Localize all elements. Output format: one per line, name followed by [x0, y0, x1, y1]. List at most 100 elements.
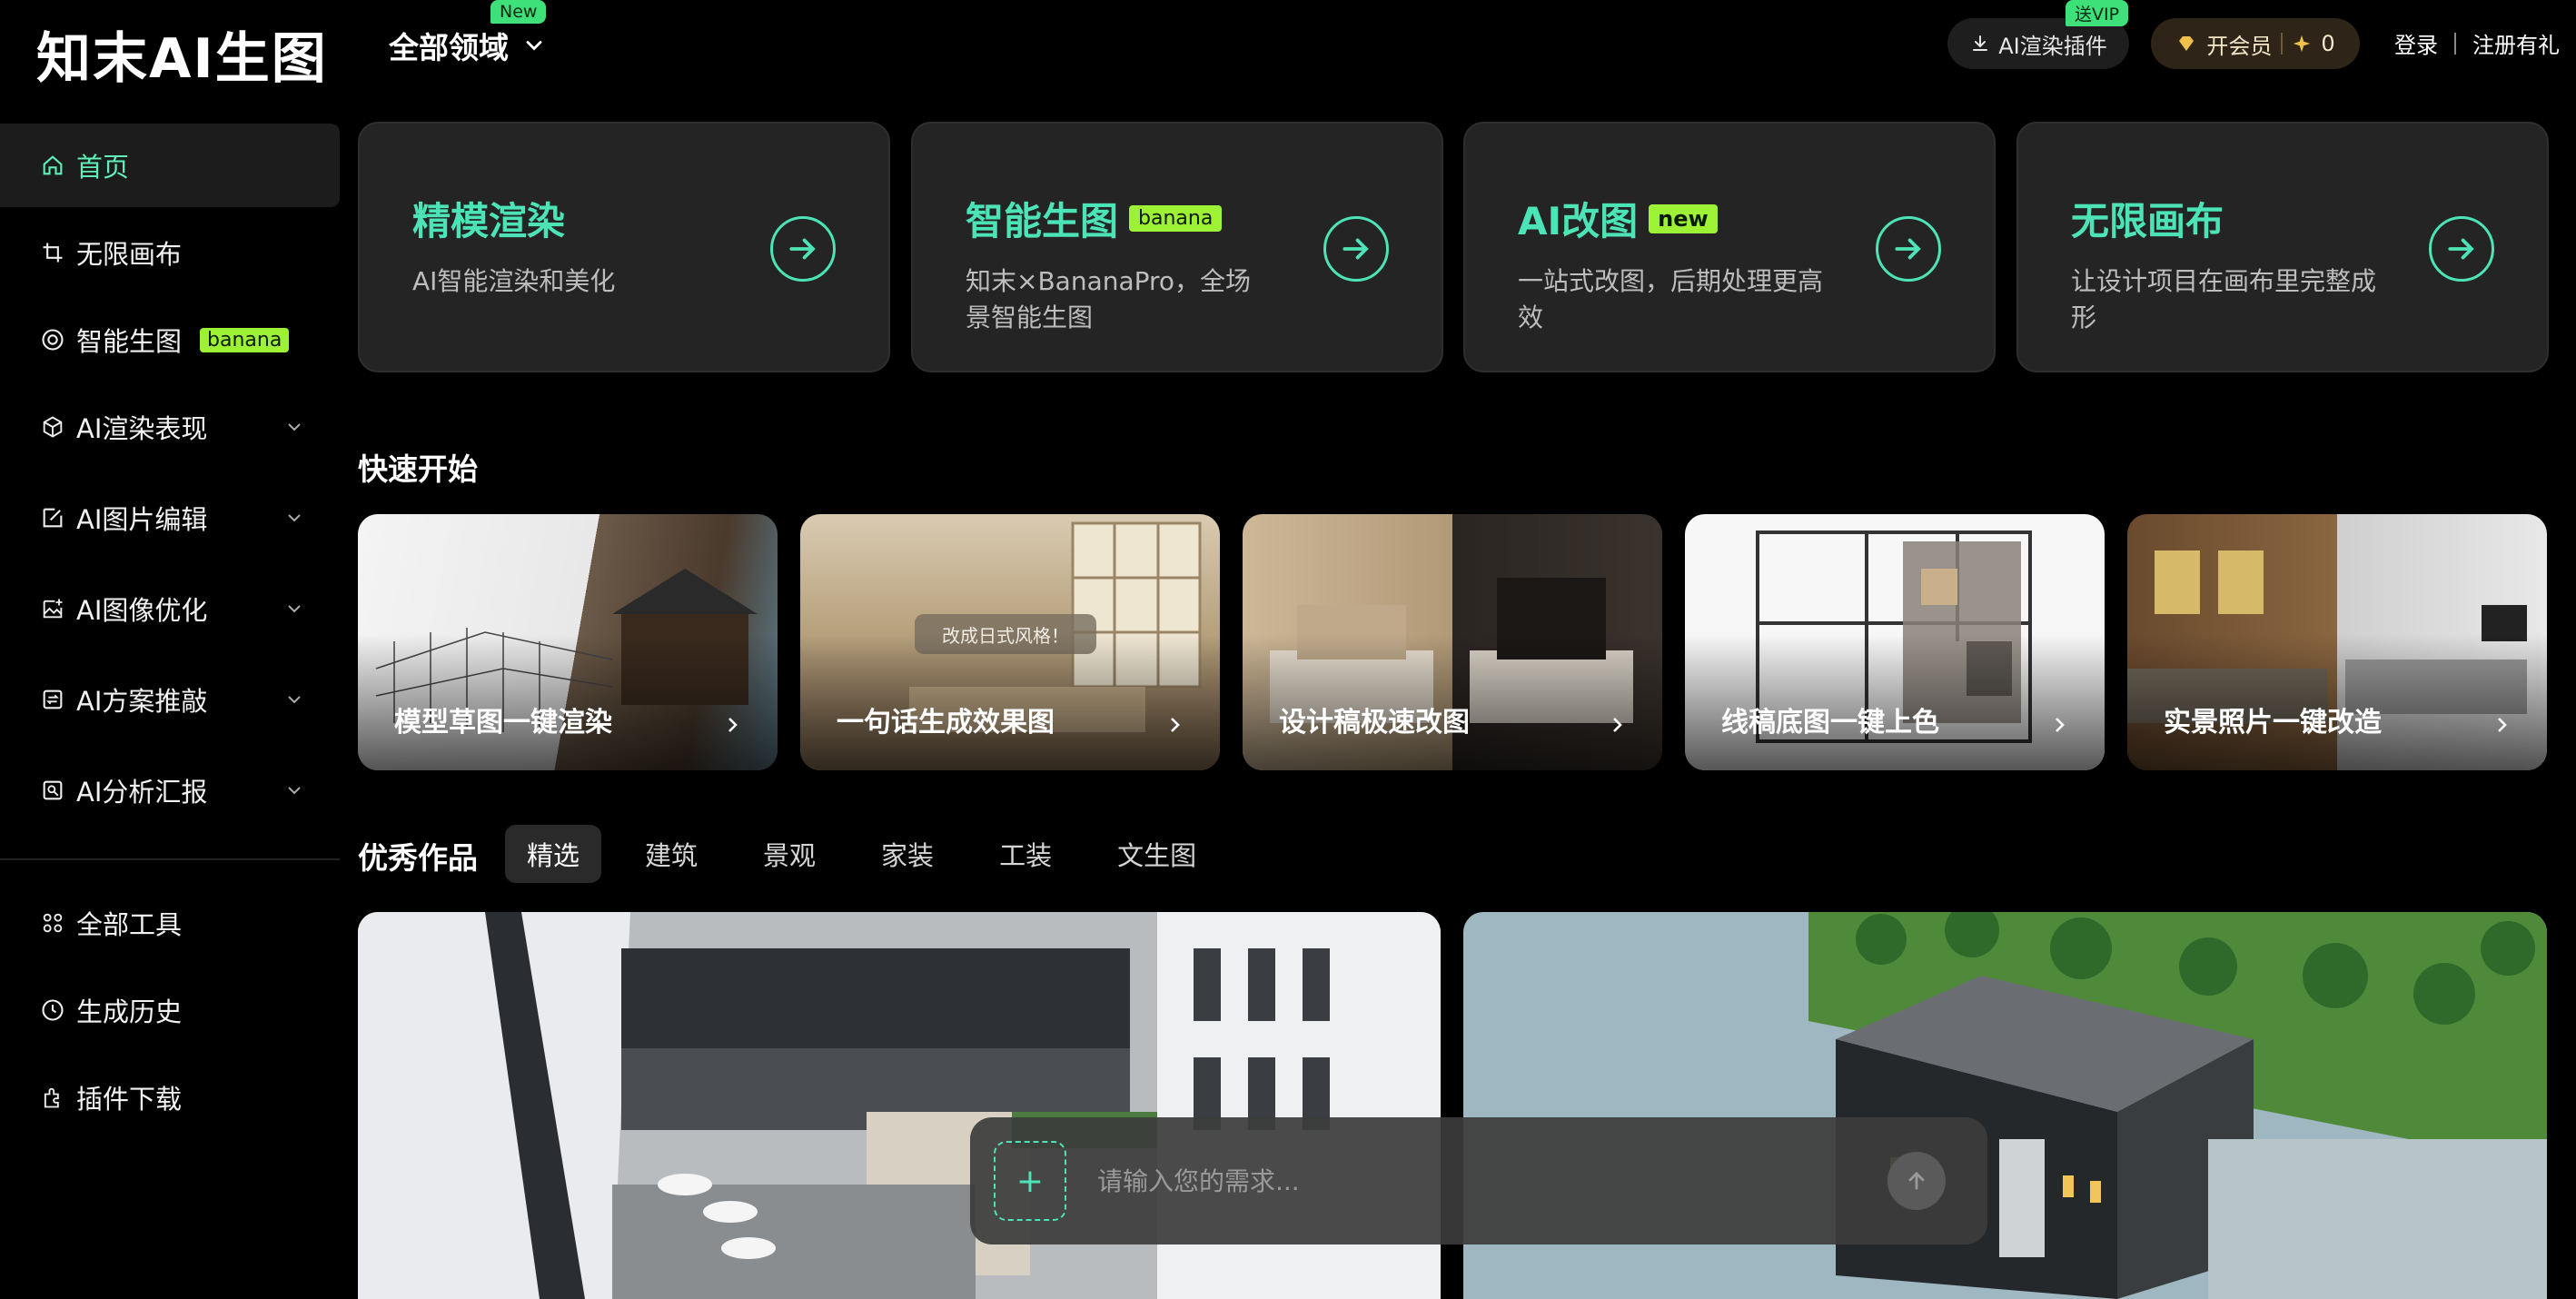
works-title: 优秀作品	[358, 840, 478, 876]
quick-start-card-text-to-image[interactable]: 改成日式风格！ 一句话生成效果图	[800, 514, 1220, 770]
sidebar-item-smart-generate[interactable]: 智能生图 banana	[0, 298, 340, 382]
tab-text-to-image[interactable]: 文生图	[1095, 825, 1218, 883]
sidebar-item-label: 智能生图	[76, 326, 183, 357]
sparkle-icon	[2294, 35, 2311, 53]
card-title: 无限画布	[2071, 199, 2224, 243]
arrow-up-icon	[1908, 1171, 1925, 1190]
points-count: 0	[2321, 31, 2335, 56]
feature-card-render[interactable]: 精模渲染 AI智能渲染和美化	[358, 122, 890, 372]
quick-start-card-floorplan-color[interactable]: 线稿底图一键上色	[1685, 514, 2105, 770]
tab-architecture[interactable]: 建筑	[623, 825, 719, 883]
plus-icon: +	[1016, 1162, 1045, 1200]
diamond-icon	[2179, 36, 2195, 51]
sidebar-item-image-enhance[interactable]: AI图像优化	[0, 567, 340, 650]
download-icon	[1973, 35, 1988, 51]
sidebar-item-label: 插件下载	[76, 1084, 183, 1115]
quick-start-card-sketch-render[interactable]: 模型草图一键渲染	[358, 514, 778, 770]
quick-start-label: 设计稿极速改图	[1279, 707, 1470, 739]
vip-divider	[2281, 33, 2284, 55]
auth-divider	[2454, 32, 2456, 55]
quick-start-label: 一句话生成效果图	[837, 707, 1055, 739]
sidebar-item-label: AI方案推敲	[76, 686, 208, 717]
sidebar-item-history[interactable]: 生成历史	[0, 968, 340, 1052]
logo[interactable]: 知末AI生图	[36, 15, 328, 94]
tab-commercial[interactable]: 工装	[977, 825, 1074, 883]
quick-start-label: 实景照片一键改造	[2164, 707, 2382, 739]
sidebar-item-plugin-download[interactable]: 插件下载	[0, 1056, 340, 1139]
card-title: 智能生图	[966, 199, 1119, 243]
arrow-right-icon[interactable]	[2429, 216, 2494, 282]
new-tag: new	[1649, 203, 1718, 233]
sidebar-item-report[interactable]: AI分析汇报	[0, 749, 340, 832]
clock-icon	[42, 999, 64, 1021]
chevron-down-icon	[288, 696, 301, 704]
quick-start-title: 快速开始	[358, 451, 478, 487]
sidebar-item-label: 生成历史	[76, 997, 183, 1027]
cube-icon	[43, 416, 63, 438]
vip-button[interactable]: 开会员 0	[2151, 18, 2360, 69]
aperture-icon	[42, 329, 64, 351]
tab-home-decor[interactable]: 家装	[859, 825, 956, 883]
sidebar-item-image-edit[interactable]: AI图片编辑	[0, 476, 340, 560]
auth-links: 登录 注册有礼	[2394, 27, 2560, 59]
login-link[interactable]: 登录	[2394, 27, 2438, 59]
tab-landscape[interactable]: 景观	[741, 825, 837, 883]
sidebar-item-label: AI分析汇报	[76, 777, 208, 808]
prompt-bar: +	[970, 1117, 1987, 1244]
card-desc: AI智能渲染和美化	[412, 266, 616, 296]
sidebar-item-label: 无限画布	[76, 239, 183, 270]
top-bar: 知末AI生图 全部领域 New AI渲染插件 送VIP 开会员 0 登录 注册有…	[0, 0, 2576, 91]
prompt-input[interactable]	[1097, 1154, 1824, 1208]
feature-card-canvas[interactable]: 无限画布 让设计项目在画布里完整成形	[2016, 122, 2549, 372]
feature-card-smart-generate[interactable]: 智能生图 banana 知末×BananaPro，全场景智能生图	[911, 122, 1443, 372]
sidebar-item-all-tools[interactable]: 全部工具	[0, 881, 340, 965]
arrow-right-icon[interactable]	[1323, 216, 1389, 282]
quick-start-card-photo-remodel[interactable]: 实景照片一键改造	[2127, 514, 2547, 770]
tab-featured[interactable]: 精选	[505, 825, 602, 883]
sidebar-item-label: AI渲染表现	[76, 413, 208, 444]
domain-dropdown[interactable]: 全部领域	[389, 24, 547, 67]
edit-icon	[43, 508, 63, 528]
sidebar-item-label: AI图片编辑	[76, 504, 208, 535]
grid-icon	[43, 913, 63, 933]
quick-start-label: 线稿底图一键上色	[1721, 707, 1939, 739]
add-image-button[interactable]: +	[994, 1141, 1066, 1221]
banana-tag: banana	[1129, 205, 1223, 232]
plugin-icon	[44, 1087, 59, 1108]
vip-label: 开会员	[2206, 33, 2273, 59]
sidebar-item-label: 首页	[76, 152, 130, 183]
works-tabs: 精选 建筑 景观 家装 工装 文生图	[505, 825, 1218, 883]
sidebar-item-render[interactable]: AI渲染表现	[0, 385, 340, 469]
chevron-down-icon	[526, 41, 542, 51]
register-link[interactable]: 注册有礼	[2472, 27, 2560, 59]
quick-start-card-fast-edit[interactable]: 设计稿极速改图	[1243, 514, 1662, 770]
chevron-right-icon	[1171, 718, 1180, 732]
vip-gift-badge: 送VIP	[2066, 0, 2129, 26]
quick-start-label: 模型草图一键渲染	[394, 707, 612, 739]
feature-card-ai-edit[interactable]: AI改图 new 一站式改图，后期处理更高效	[1463, 122, 1996, 372]
card-desc: 一站式改图，后期处理更高效	[1518, 266, 1824, 332]
report-icon	[43, 780, 63, 800]
send-button[interactable]	[1887, 1152, 1946, 1210]
card-title: AI改图	[1518, 199, 1639, 243]
home-icon	[43, 155, 63, 175]
sidebar-item-home[interactable]: 首页	[0, 124, 340, 207]
chevron-down-icon	[288, 514, 301, 522]
sidebar-item-scheme[interactable]: AI方案推敲	[0, 658, 340, 741]
plugin-label: AI渲染插件	[1998, 33, 2107, 59]
compare-icon	[43, 689, 63, 709]
banana-tag: banana	[200, 327, 290, 352]
arrow-right-icon[interactable]	[1876, 216, 1941, 282]
arrow-right-icon[interactable]	[770, 216, 836, 282]
crop-icon	[43, 243, 63, 263]
sidebar-item-label: AI图像优化	[76, 595, 208, 626]
chevron-right-icon	[2498, 718, 2507, 732]
chevron-down-icon	[288, 605, 301, 613]
sidebar-item-label: 全部工具	[76, 909, 183, 940]
image-enhance-icon	[43, 599, 63, 619]
chevron-right-icon	[1613, 718, 1622, 732]
sidebar-divider	[0, 858, 340, 860]
chevron-right-icon	[2056, 718, 2065, 732]
sidebar-item-canvas[interactable]: 无限画布	[0, 211, 340, 294]
card-desc: 让设计项目在画布里完整成形	[2071, 266, 2377, 332]
